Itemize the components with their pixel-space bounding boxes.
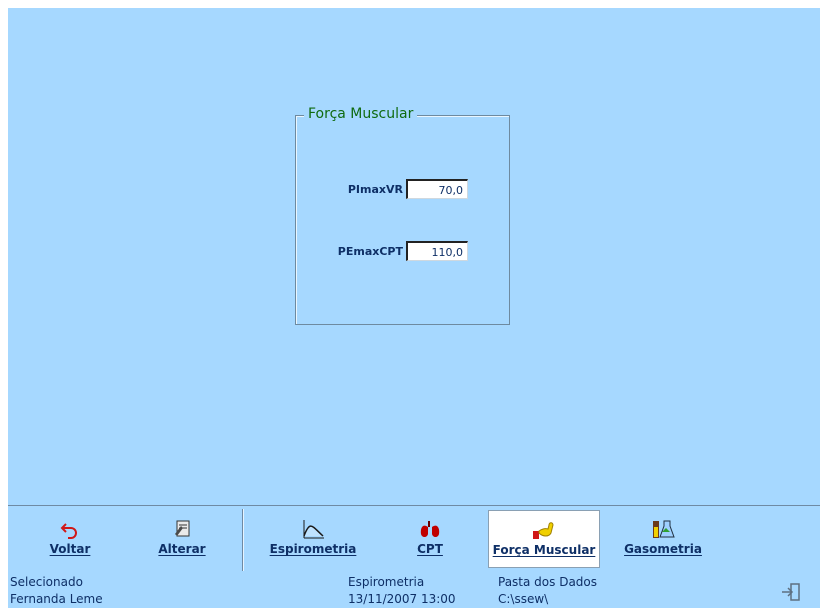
- voltar-button[interactable]: Voltar: [15, 510, 125, 568]
- exam-name: Espirometria: [348, 575, 425, 589]
- lab-flasks-icon: [650, 518, 676, 540]
- status-bar: Selecionado Fernanda Leme Espirometria 1…: [8, 573, 820, 608]
- bottom-toolbar: Voltar Alterar Espirometria CPT Força Mu…: [8, 505, 820, 574]
- gasometria-label: Gasometria: [624, 542, 702, 556]
- patient-name: Fernanda Leme: [10, 592, 103, 606]
- folder-label: Pasta dos Dados: [498, 575, 598, 589]
- spirometry-curve-icon: [300, 518, 326, 540]
- voltar-label: Voltar: [49, 542, 91, 556]
- undo-arrow-icon: [57, 518, 83, 540]
- selected-label: Selecionado: [10, 575, 83, 589]
- exam-datetime: 13/11/2007 13:00: [348, 592, 456, 606]
- lungs-icon: [417, 518, 443, 540]
- forca-muscular-groupbox: Força Muscular PImaxVR 70,0 PEmaxCPT 110…: [295, 106, 510, 325]
- espirometria-button[interactable]: Espirometria: [253, 510, 373, 568]
- exit-door-icon[interactable]: [780, 582, 802, 602]
- alterar-label: Alterar: [158, 542, 206, 556]
- forca-muscular-label: Força Muscular: [492, 543, 596, 557]
- pimaxvr-label: PImaxVR: [347, 183, 403, 196]
- pemaxcpt-label: PEmaxCPT: [337, 245, 403, 258]
- toolbar-separator: [242, 509, 243, 571]
- pemaxcpt-input[interactable]: 110,0: [406, 241, 468, 261]
- field-row-pemaxcpt: PEmaxCPT 110,0: [296, 241, 509, 265]
- pimaxvr-input[interactable]: 70,0: [406, 179, 468, 199]
- espirometria-label: Espirometria: [269, 542, 357, 556]
- cpt-label: CPT: [417, 542, 443, 556]
- forca-muscular-button[interactable]: Força Muscular: [488, 510, 600, 568]
- edit-doc-icon: [169, 518, 195, 540]
- main-area: Força Muscular PImaxVR 70,0 PEmaxCPT 110…: [8, 8, 820, 505]
- field-row-pimaxvr: PImaxVR 70,0: [296, 179, 509, 203]
- folder-path: C:\ssew\: [498, 592, 549, 606]
- app-window: Força Muscular PImaxVR 70,0 PEmaxCPT 110…: [8, 8, 820, 608]
- alterar-button[interactable]: Alterar: [127, 510, 237, 568]
- gasometria-button[interactable]: Gasometria: [608, 510, 718, 568]
- cpt-button[interactable]: CPT: [375, 510, 485, 568]
- groupbox-title: Força Muscular: [304, 106, 418, 122]
- muscle-arm-icon: [531, 519, 557, 541]
